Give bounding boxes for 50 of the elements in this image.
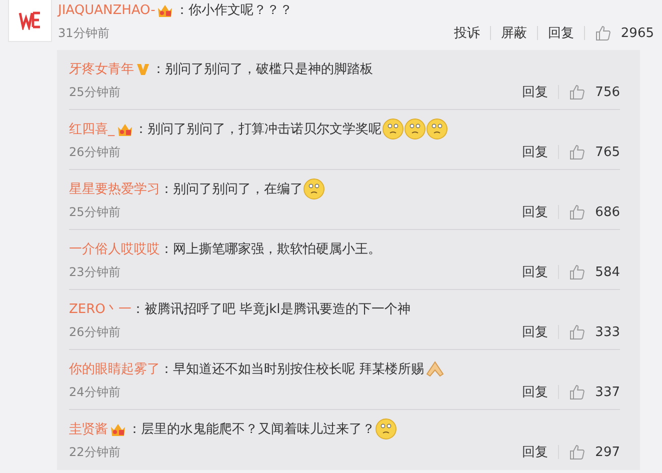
- reply-time: 25分钟前: [69, 204, 120, 220]
- comment-time: 31分钟前: [58, 24, 110, 42]
- reply-link[interactable]: 回复: [522, 323, 548, 341]
- reply-link[interactable]: 回复: [522, 143, 548, 161]
- like-count: 297: [595, 444, 620, 460]
- reply-text: ：别问了别问了，破槛只是神的脚踏板: [152, 61, 373, 78]
- reply-link[interactable]: 回复: [522, 443, 548, 461]
- reply-text: ：别问了别问了，在编了: [160, 181, 303, 198]
- thumbs-up-icon[interactable]: [569, 384, 586, 400]
- logo-icon: [17, 10, 43, 30]
- reply-link[interactable]: 回复: [522, 263, 548, 281]
- thumbs-up-icon[interactable]: [569, 144, 586, 160]
- sad-face-icon: [382, 118, 404, 140]
- thumbs-up-icon[interactable]: [594, 25, 611, 41]
- sad-face-icon: [426, 118, 448, 140]
- like-count: 337: [595, 384, 620, 400]
- reply-time: 26分钟前: [69, 144, 120, 160]
- sad-face-icon: [303, 178, 325, 200]
- like-count: 765: [595, 144, 620, 160]
- action-link[interactable]: 屏蔽: [500, 24, 527, 42]
- action-link[interactable]: 投诉: [454, 24, 480, 42]
- reply-text: ：被腾讯招呼了吧 毕竟jkl是腾讯要造的下一个神: [131, 301, 410, 318]
- reply-text: ：别问了别问了，打算冲击诺贝尔文学奖呢: [134, 121, 382, 138]
- sad-face-icon: [404, 118, 426, 140]
- thumbs-up-icon[interactable]: [569, 444, 586, 460]
- sad-face-icon: [375, 418, 397, 440]
- thumbs-up-icon[interactable]: [569, 264, 586, 280]
- like-count: 686: [595, 204, 620, 220]
- action-link[interactable]: 回复: [548, 24, 574, 42]
- avatar[interactable]: [8, 0, 52, 42]
- like-count: 756: [595, 84, 620, 100]
- reply-time: 24分钟前: [69, 384, 120, 400]
- thumbs-up-icon[interactable]: [569, 204, 586, 220]
- reply-time: 23分钟前: [69, 264, 120, 280]
- reply-text: ：早知道还不如当时别按住校长呢 拜某楼所赐: [160, 361, 424, 378]
- reply-text: ：层里的水鬼能爬不？又闻着味儿过来了？: [128, 421, 375, 438]
- reply-link[interactable]: 回复: [522, 383, 548, 401]
- reply-time: 25分钟前: [69, 84, 120, 100]
- reply-text: ：网上撕笔哪家强，欺软怕硬属小王。: [160, 241, 381, 258]
- reply-link[interactable]: 回复: [522, 83, 548, 101]
- like-count: 333: [595, 324, 620, 340]
- like-count: 2965: [620, 26, 654, 40]
- reply-time: 26分钟前: [69, 324, 120, 340]
- reply-link[interactable]: 回复: [522, 203, 548, 221]
- like-count: 584: [595, 264, 620, 280]
- reply-time: 22分钟前: [69, 444, 120, 460]
- comment-text: ：你小作文呢？？？: [175, 2, 292, 19]
- vip-badge-icon: [136, 62, 150, 76]
- thumbs-up-icon[interactable]: [569, 84, 586, 100]
- thumbs-up-icon[interactable]: [569, 324, 586, 340]
